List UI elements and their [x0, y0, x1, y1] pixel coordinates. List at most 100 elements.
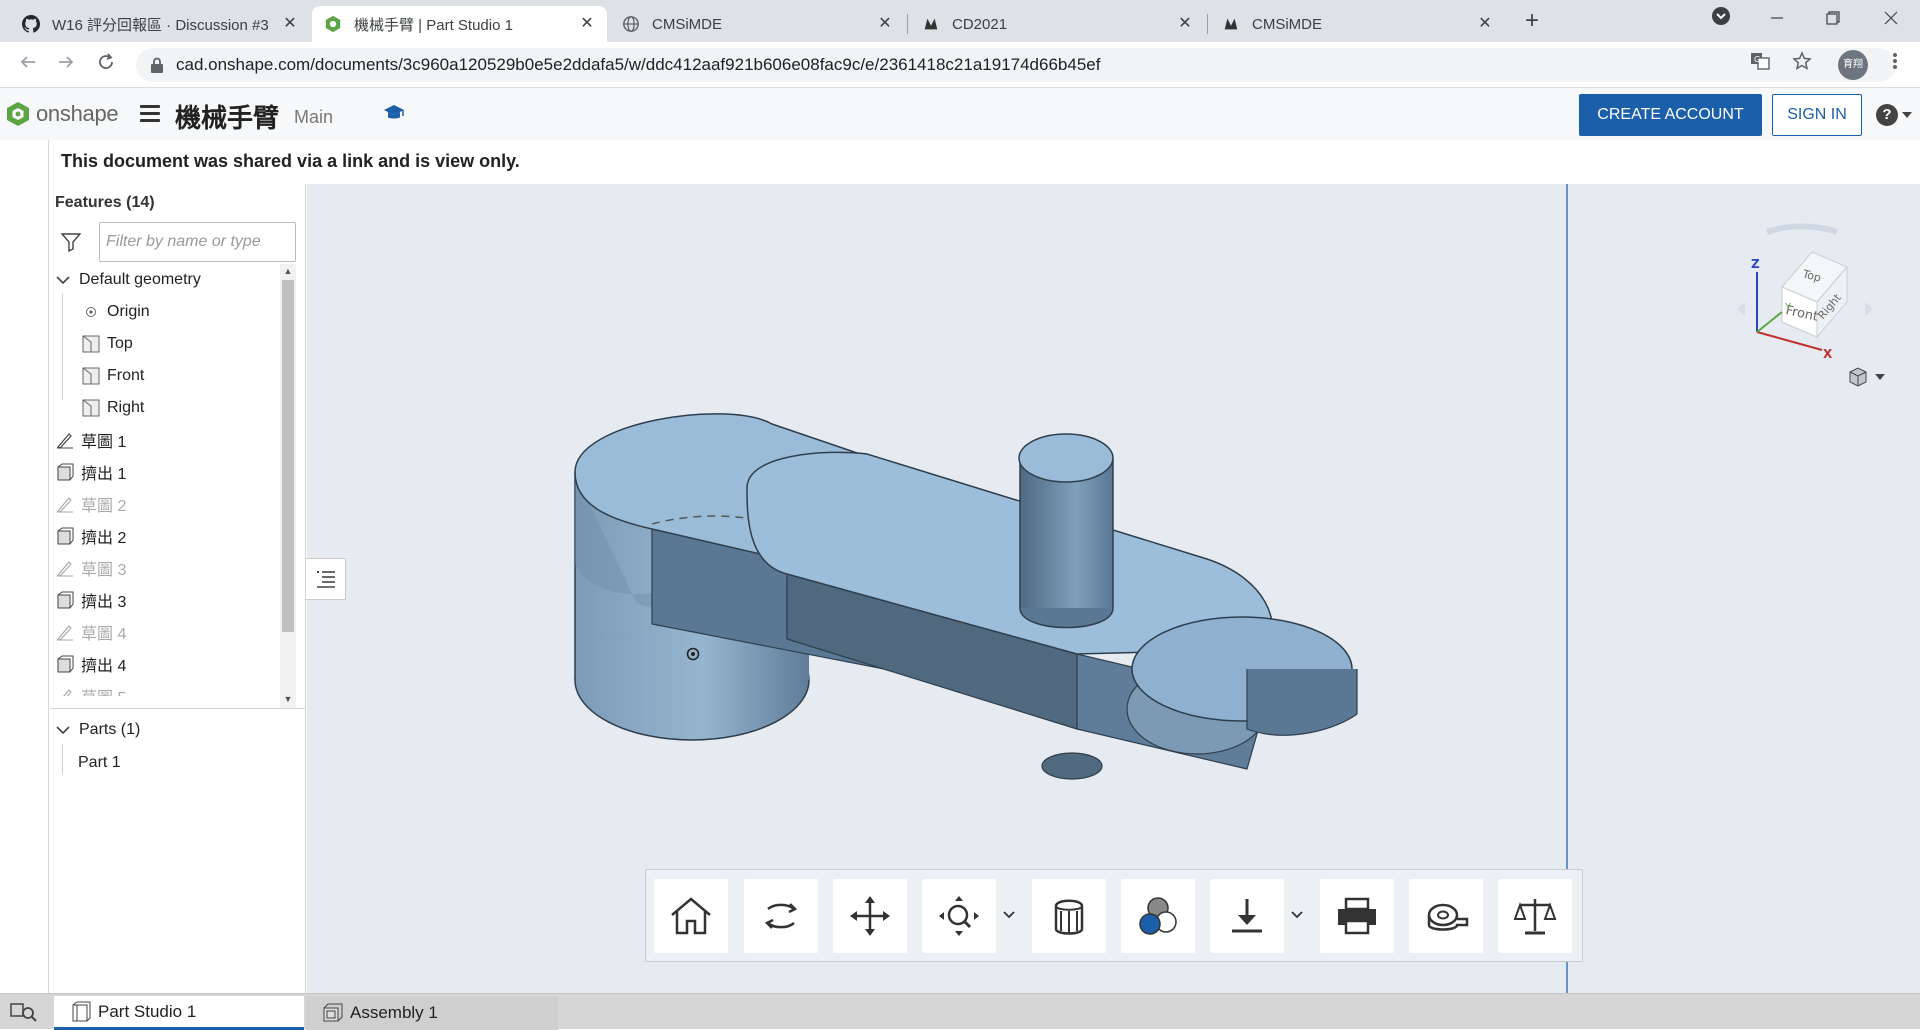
feature-sketch-1[interactable]: 草圖 1: [56, 424, 280, 456]
search-tabs-icon[interactable]: [10, 1002, 38, 1027]
tree-label: Right: [107, 399, 145, 416]
tab-search-icon[interactable]: [1706, 6, 1736, 36]
extrude-icon: [56, 463, 74, 481]
browser-tab-cmsimde-2[interactable]: CMSiMDE ✕: [1210, 6, 1505, 42]
feature-scrollbar[interactable]: ▲ ▼: [280, 264, 296, 708]
browser-tab-cmsimde[interactable]: CMSiMDE ✕: [610, 6, 905, 42]
scroll-down-icon[interactable]: ▼: [283, 694, 293, 704]
close-tab-icon[interactable]: ✕: [1475, 14, 1495, 34]
tree-item-right-plane[interactable]: Right: [82, 392, 280, 424]
sign-in-button[interactable]: SIGN IN: [1772, 94, 1862, 136]
feature-list-toggle-icon[interactable]: [306, 558, 346, 600]
branch-name[interactable]: Main: [294, 107, 333, 128]
hamburger-menu-icon[interactable]: [140, 105, 160, 123]
mass-properties-icon: [1513, 899, 1557, 935]
sketch-icon: [56, 559, 74, 577]
feature-sketch-5[interactable]: 草圖 5: [56, 680, 280, 696]
tree-item-origin[interactable]: Origin: [82, 296, 280, 328]
restore-icon[interactable]: [1818, 6, 1848, 36]
onshape-logo[interactable]: onshape: [6, 101, 119, 127]
chevron-down-icon: [54, 271, 72, 289]
close-tab-icon[interactable]: ✕: [875, 14, 895, 34]
section-view-button[interactable]: [1032, 879, 1106, 953]
print-button[interactable]: [1320, 879, 1394, 953]
filter-icon[interactable]: [61, 232, 81, 252]
tree-item-front-plane[interactable]: Front: [82, 360, 280, 392]
feature-extrude-1[interactable]: 擠出 1: [56, 456, 280, 488]
close-window-icon[interactable]: [1876, 6, 1906, 36]
tree-label: 擠出 1: [81, 466, 127, 483]
rotate-button[interactable]: [744, 879, 818, 953]
feature-sketch-2[interactable]: 草圖 2: [56, 488, 280, 520]
forward-icon[interactable]: [52, 51, 80, 79]
close-tab-icon[interactable]: ✕: [280, 14, 300, 34]
extrude-icon: [56, 591, 74, 609]
address-bar: cad.onshape.com/documents/3c960a120529b0…: [0, 42, 1920, 88]
help-menu[interactable]: ?: [1876, 103, 1916, 127]
close-tab-icon[interactable]: ✕: [1175, 14, 1195, 34]
feature-sketch-3[interactable]: 草圖 3: [56, 552, 280, 584]
home-view-button[interactable]: [654, 879, 728, 953]
zoom-dropdown-icon[interactable]: [1000, 900, 1018, 930]
parts-group[interactable]: Parts (1): [54, 714, 294, 746]
feature-panel: Features (14) Default geometry Origin To…: [50, 184, 306, 993]
cube-icon: [1849, 367, 1867, 387]
default-geometry-group[interactable]: Default geometry: [50, 264, 280, 296]
tab-part-studio-1[interactable]: Part Studio 1: [54, 996, 304, 1030]
x-axis-label: X: [1823, 347, 1833, 361]
tab-label: Assembly 1: [350, 1003, 438, 1022]
extrude-icon: [56, 527, 74, 545]
tab-title: 機械手臂 | Part Studio 1: [354, 16, 513, 34]
measure-button[interactable]: [1409, 879, 1483, 953]
tab-separator: [907, 14, 908, 34]
close-tab-icon[interactable]: ✕: [577, 14, 597, 34]
origin-icon: [82, 303, 100, 321]
feature-extrude-4[interactable]: 擠出 4: [56, 648, 280, 680]
part-item[interactable]: Part 1: [78, 747, 278, 779]
feature-sketch-4[interactable]: 草圖 4: [56, 616, 280, 648]
browser-tab-part-studio[interactable]: 機械手臂 | Part Studio 1 ✕: [312, 6, 607, 42]
panel-divider: [50, 708, 306, 709]
new-tab-button[interactable]: +: [1518, 8, 1546, 36]
view-mode-dropdown[interactable]: [1847, 366, 1897, 388]
feature-extrude-2[interactable]: 擠出 2: [56, 520, 280, 552]
tab-label: Part Studio 1: [98, 1001, 197, 1021]
create-account-button[interactable]: CREATE ACCOUNT: [1579, 94, 1762, 136]
svg-text:G: G: [1754, 55, 1760, 64]
tree-item-top-plane[interactable]: Top: [82, 328, 280, 360]
tree-label: 擠出 4: [81, 658, 127, 675]
tree-label: 草圖 5: [81, 684, 126, 696]
pan-button[interactable]: [833, 879, 907, 953]
plane-icon: [82, 335, 100, 353]
logo-wordmark: onshape: [36, 101, 119, 126]
reload-icon[interactable]: [92, 51, 120, 79]
help-icon: ?: [1876, 104, 1898, 126]
globe-icon: [622, 15, 640, 33]
feature-tree: Default geometry Origin Top Front Right …: [50, 264, 280, 696]
chevron-down-icon: [1902, 112, 1912, 118]
browser-tab-github[interactable]: W16 評分回報區 · Discussion #3 ✕: [10, 6, 310, 42]
tab-title: CMSiMDE: [652, 15, 722, 33]
learning-center-icon[interactable]: [383, 102, 405, 124]
avatar[interactable]: 育翔: [1838, 50, 1868, 80]
appearance-button[interactable]: [1121, 879, 1195, 953]
back-icon[interactable]: [14, 51, 42, 79]
export-dropdown-icon[interactable]: [1288, 900, 1306, 930]
export-button[interactable]: [1210, 879, 1284, 953]
scroll-up-icon[interactable]: ▲: [283, 266, 293, 276]
tab-separator: [1207, 14, 1208, 34]
view-cube[interactable]: Top Front Right Z X Y: [1727, 192, 1877, 362]
browser-tab-cd2021[interactable]: CD2021 ✕: [910, 6, 1205, 42]
more-menu-icon[interactable]: [1892, 51, 1898, 76]
tab-assembly-1[interactable]: Assembly 1: [306, 996, 558, 1030]
feature-extrude-3[interactable]: 擠出 3: [56, 584, 280, 616]
tree-label: 擠出 2: [81, 530, 127, 547]
translate-icon[interactable]: G: [1750, 51, 1770, 76]
feature-filter-input[interactable]: [99, 222, 296, 262]
zoom-button[interactable]: [922, 879, 996, 953]
bookmark-star-icon[interactable]: [1792, 51, 1812, 76]
mass-properties-button[interactable]: [1498, 879, 1572, 953]
scroll-thumb[interactable]: [282, 280, 294, 632]
minimize-icon[interactable]: [1762, 6, 1792, 36]
url-bar[interactable]: cad.onshape.com/documents/3c960a120529b0…: [136, 48, 1896, 82]
